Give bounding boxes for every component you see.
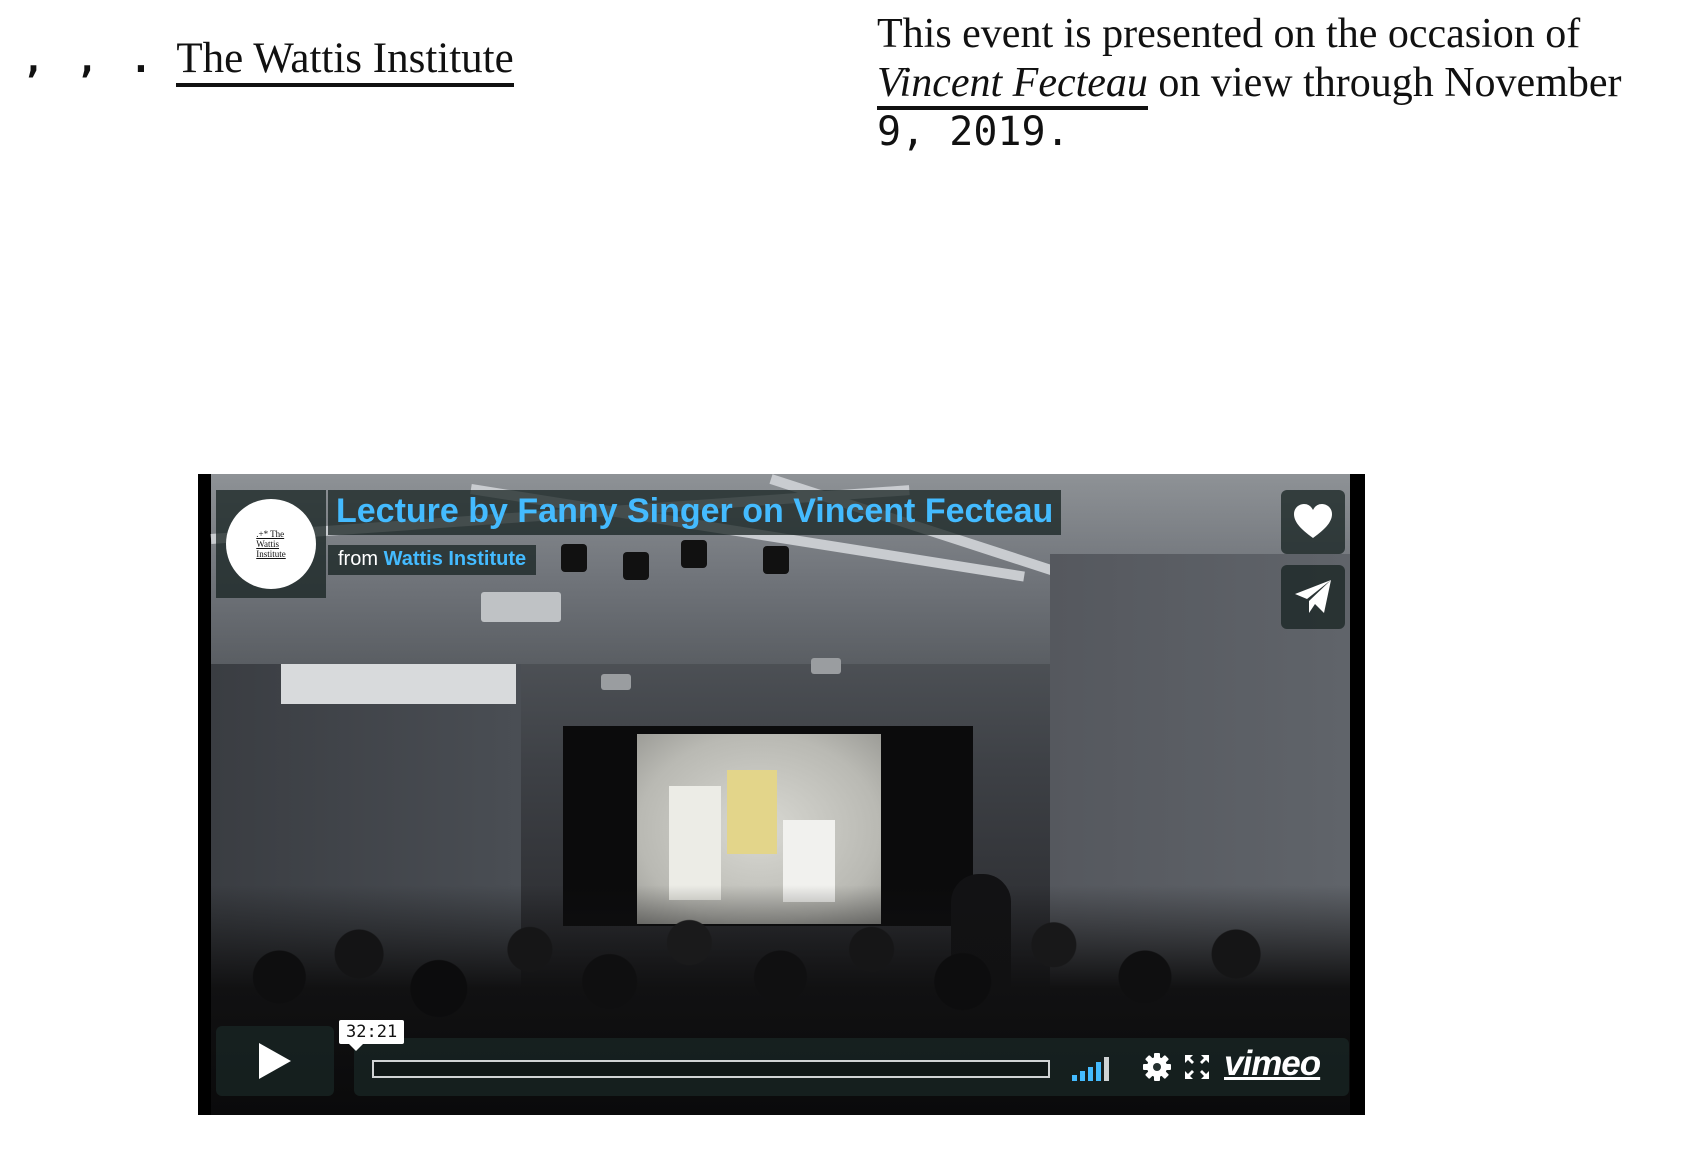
event-note-text: This event is presented on the occasion … [877, 11, 1581, 57]
settings-button[interactable] [1142, 1052, 1172, 1087]
channel-portrait[interactable]: .+* The Wattis Institute [216, 490, 326, 598]
paper-plane-icon [1295, 580, 1331, 613]
stage-light [763, 546, 789, 574]
slide-image [727, 770, 777, 854]
time-tooltip: 32:21 [339, 1020, 405, 1051]
stage-light [681, 540, 707, 568]
control-bar: vimeo [354, 1038, 1349, 1096]
projector [481, 592, 561, 622]
exhibition-link[interactable]: Vincent Fecteau [877, 60, 1148, 110]
portrait-line: Wattis [256, 539, 280, 549]
video-title-link[interactable]: Lecture by Fanny Singer on Vincent Fecte… [336, 492, 1053, 530]
channel-link[interactable]: Wattis Institute [384, 548, 527, 570]
like-button[interactable] [1281, 490, 1345, 554]
video-player[interactable]: .+* The Wattis Institute Lecture by Fann… [198, 474, 1365, 1115]
nav-dots[interactable]: , , . [22, 37, 156, 81]
site-header: , , . The Wattis Institute [22, 36, 514, 88]
event-note-text-after: on view through November [1147, 60, 1622, 106]
play-button[interactable] [216, 1026, 334, 1096]
gear-icon [1143, 1053, 1171, 1081]
stage-light [623, 552, 649, 580]
wall-speaker [601, 674, 631, 690]
heart-icon [1294, 504, 1332, 538]
volume-control[interactable] [1072, 1055, 1116, 1081]
byline-prefix: from [338, 548, 384, 570]
wall-partition [281, 664, 516, 704]
video-byline: from Wattis Institute [328, 545, 537, 575]
volume-icon [1072, 1075, 1077, 1081]
progress-bar[interactable] [372, 1060, 1050, 1078]
share-button[interactable] [1281, 565, 1345, 629]
fullscreen-icon [1185, 1055, 1209, 1079]
event-date: 9, 2019. [877, 109, 1070, 155]
wall-speaker [811, 658, 841, 674]
slide-image [669, 786, 721, 900]
vimeo-logo-link[interactable]: vimeo [1224, 1044, 1321, 1084]
event-note: This event is presented on the occasion … [877, 10, 1677, 157]
play-icon [259, 1043, 291, 1079]
channel-logo: .+* The Wattis Institute [226, 499, 316, 589]
site-title-link[interactable]: The Wattis Institute [176, 36, 514, 88]
video-title-box: Lecture by Fanny Singer on Vincent Fecte… [328, 490, 1062, 535]
stage-light [561, 544, 587, 572]
portrait-line: .+* The [256, 529, 285, 539]
fullscreen-button[interactable] [1184, 1054, 1210, 1085]
portrait-line: Institute [256, 549, 286, 559]
